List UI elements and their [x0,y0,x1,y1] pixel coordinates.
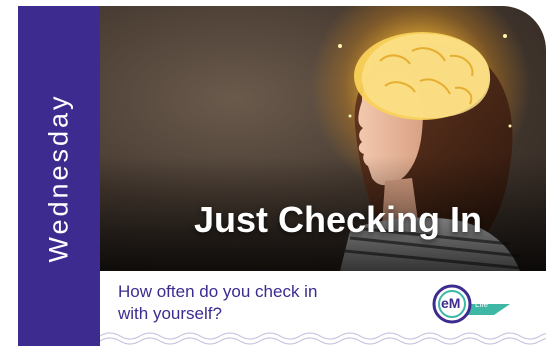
wellness-card: Wednesday Just Checking In How often do … [18,6,546,346]
question-line-1: How often do you check in [118,282,318,301]
day-sidebar: Wednesday [18,6,100,346]
question-panel: How often do you check in with yourself?… [100,271,546,346]
hero-title: Just Checking In [193,199,483,240]
question-line-2: with yourself? [118,304,222,323]
brain-icon [354,32,491,120]
hero-image: Just Checking In [100,6,546,271]
emlife-logo-icon: eM Life [432,281,512,327]
logo-mark-text: eM [441,295,461,311]
wave-pattern [100,332,546,345]
question-text: How often do you check in with yourself? [118,281,418,325]
day-label: Wednesday [43,93,74,263]
logo-suffix-text: Life [475,300,488,309]
